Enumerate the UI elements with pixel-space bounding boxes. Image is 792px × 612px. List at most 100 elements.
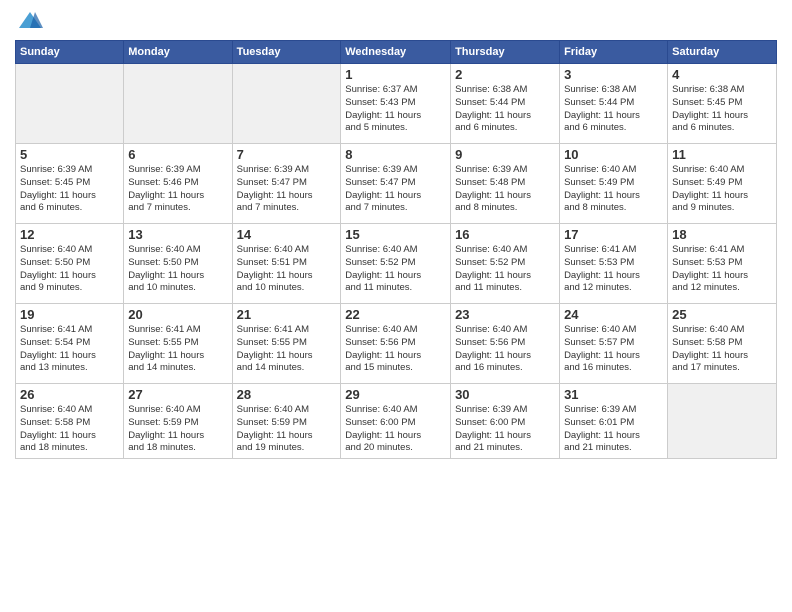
calendar-day-cell: 19Sunrise: 6:41 AMSunset: 5:54 PMDayligh… <box>16 304 124 384</box>
day-info: Sunrise: 6:40 AMSunset: 5:59 PMDaylight:… <box>128 404 227 455</box>
calendar-week-3: 12Sunrise: 6:40 AMSunset: 5:50 PMDayligh… <box>16 224 777 304</box>
calendar-day-cell <box>232 64 341 144</box>
calendar-day-cell <box>124 64 232 144</box>
day-number: 2 <box>455 67 555 82</box>
day-info: Sunrise: 6:37 AMSunset: 5:43 PMDaylight:… <box>345 84 446 135</box>
calendar-day-cell: 29Sunrise: 6:40 AMSunset: 6:00 PMDayligh… <box>341 384 451 459</box>
day-info: Sunrise: 6:40 AMSunset: 5:57 PMDaylight:… <box>564 324 663 375</box>
day-info: Sunrise: 6:40 AMSunset: 5:56 PMDaylight:… <box>455 324 555 375</box>
calendar-day-cell: 23 Sunrise: 6:40 AMSunset: 5:56 PMDayligh… <box>451 304 560 384</box>
day-number: 12 <box>20 227 119 242</box>
day-info: Sunrise: 6:39 AMSunset: 5:48 PMDaylight:… <box>455 164 555 215</box>
calendar-day-cell: 18 Sunrise: 6:41 AMSunset: 5:53 PMDayligh… <box>668 224 777 304</box>
weekday-header-sunday: Sunday <box>16 41 124 64</box>
day-info: Sunrise: 6:40 AMSunset: 5:51 PMDaylight:… <box>237 244 337 295</box>
calendar-day-cell: 8 Sunrise: 6:39 AMSunset: 5:47 PMDaylight… <box>341 144 451 224</box>
calendar-day-cell: 6 Sunrise: 6:39 AMSunset: 5:46 PMDaylight… <box>124 144 232 224</box>
calendar-day-cell: 31 Sunrise: 6:39 AMSunset: 6:01 PMDayligh… <box>560 384 668 459</box>
calendar-day-cell: 28Sunrise: 6:40 AMSunset: 5:59 PMDayligh… <box>232 384 341 459</box>
weekday-header-thursday: Thursday <box>451 41 560 64</box>
calendar-day-cell: 13Sunrise: 6:40 AMSunset: 5:50 PMDayligh… <box>124 224 232 304</box>
calendar-week-4: 19Sunrise: 6:41 AMSunset: 5:54 PMDayligh… <box>16 304 777 384</box>
weekday-header-row: SundayMondayTuesdayWednesdayThursdayFrid… <box>16 41 777 64</box>
logo <box>15 10 41 32</box>
calendar-day-cell: 11 Sunrise: 6:40 AMSunset: 5:49 PMDayligh… <box>668 144 777 224</box>
calendar-day-cell: 7 Sunrise: 6:39 AMSunset: 5:47 PMDaylight… <box>232 144 341 224</box>
day-info: Sunrise: 6:41 AMSunset: 5:55 PMDaylight:… <box>237 324 337 375</box>
day-number: 5 <box>20 147 119 162</box>
calendar-day-cell: 21 Sunrise: 6:41 AMSunset: 5:55 PMDayligh… <box>232 304 341 384</box>
day-info: Sunrise: 6:38 AMSunset: 5:44 PMDaylight:… <box>564 84 663 135</box>
day-number: 22 <box>345 307 446 322</box>
day-number: 9 <box>455 147 555 162</box>
day-number: 18 <box>672 227 772 242</box>
day-info: Sunrise: 6:41 AMSunset: 5:55 PMDaylight:… <box>128 324 227 375</box>
day-info: Sunrise: 6:39 AMSunset: 5:46 PMDaylight:… <box>128 164 227 215</box>
weekday-header-friday: Friday <box>560 41 668 64</box>
calendar-day-cell: 30 Sunrise: 6:39 AMSunset: 6:00 PMDayligh… <box>451 384 560 459</box>
calendar-day-cell: 3 Sunrise: 6:38 AMSunset: 5:44 PMDaylight… <box>560 64 668 144</box>
day-number: 24 <box>564 307 663 322</box>
weekday-header-tuesday: Tuesday <box>232 41 341 64</box>
day-info: Sunrise: 6:41 AMSunset: 5:54 PMDaylight:… <box>20 324 119 375</box>
day-number: 1 <box>345 67 446 82</box>
day-number: 31 <box>564 387 663 402</box>
calendar-week-1: 1 Sunrise: 6:37 AMSunset: 5:43 PMDaylight… <box>16 64 777 144</box>
day-info: Sunrise: 6:39 AMSunset: 5:45 PMDaylight:… <box>20 164 119 215</box>
day-number: 11 <box>672 147 772 162</box>
calendar-day-cell: 25Sunrise: 6:40 AMSunset: 5:58 PMDayligh… <box>668 304 777 384</box>
day-info: Sunrise: 6:40 AMSunset: 5:49 PMDaylight:… <box>672 164 772 215</box>
calendar-day-cell: 12Sunrise: 6:40 AMSunset: 5:50 PMDayligh… <box>16 224 124 304</box>
weekday-header-wednesday: Wednesday <box>341 41 451 64</box>
calendar-week-5: 26 Sunrise: 6:40 AMSunset: 5:58 PMDayligh… <box>16 384 777 459</box>
calendar-day-cell: 2 Sunrise: 6:38 AMSunset: 5:44 PMDaylight… <box>451 64 560 144</box>
day-number: 15 <box>345 227 446 242</box>
calendar-day-cell <box>16 64 124 144</box>
day-info: Sunrise: 6:40 AMSunset: 5:49 PMDaylight:… <box>564 164 663 215</box>
weekday-header-monday: Monday <box>124 41 232 64</box>
day-number: 14 <box>237 227 337 242</box>
day-info: Sunrise: 6:39 AMSunset: 5:47 PMDaylight:… <box>345 164 446 215</box>
calendar-day-cell: 4 Sunrise: 6:38 AMSunset: 5:45 PMDaylight… <box>668 64 777 144</box>
day-info: Sunrise: 6:38 AMSunset: 5:45 PMDaylight:… <box>672 84 772 135</box>
day-info: Sunrise: 6:40 AMSunset: 6:00 PMDaylight:… <box>345 404 446 455</box>
day-number: 6 <box>128 147 227 162</box>
calendar-day-cell: 20Sunrise: 6:41 AMSunset: 5:55 PMDayligh… <box>124 304 232 384</box>
logo-icon <box>17 10 43 32</box>
calendar-day-cell: 22 Sunrise: 6:40 AMSunset: 5:56 PMDayligh… <box>341 304 451 384</box>
calendar-day-cell <box>668 384 777 459</box>
day-number: 17 <box>564 227 663 242</box>
day-number: 7 <box>237 147 337 162</box>
calendar-table: SundayMondayTuesdayWednesdayThursdayFrid… <box>15 40 777 459</box>
calendar-day-cell: 1 Sunrise: 6:37 AMSunset: 5:43 PMDaylight… <box>341 64 451 144</box>
day-number: 3 <box>564 67 663 82</box>
page-header <box>15 10 777 32</box>
day-info: Sunrise: 6:40 AMSunset: 5:58 PMDaylight:… <box>672 324 772 375</box>
day-info: Sunrise: 6:39 AMSunset: 6:01 PMDaylight:… <box>564 404 663 455</box>
calendar-day-cell: 15 Sunrise: 6:40 AMSunset: 5:52 PMDayligh… <box>341 224 451 304</box>
day-info: Sunrise: 6:39 AMSunset: 6:00 PMDaylight:… <box>455 404 555 455</box>
day-info: Sunrise: 6:40 AMSunset: 5:56 PMDaylight:… <box>345 324 446 375</box>
calendar-day-cell: 17 Sunrise: 6:41 AMSunset: 5:53 PMDayligh… <box>560 224 668 304</box>
calendar-day-cell: 24 Sunrise: 6:40 AMSunset: 5:57 PMDayligh… <box>560 304 668 384</box>
day-info: Sunrise: 6:41 AMSunset: 5:53 PMDaylight:… <box>672 244 772 295</box>
calendar-day-cell: 5 Sunrise: 6:39 AMSunset: 5:45 PMDaylight… <box>16 144 124 224</box>
day-number: 21 <box>237 307 337 322</box>
day-info: Sunrise: 6:40 AMSunset: 5:52 PMDaylight:… <box>345 244 446 295</box>
day-info: Sunrise: 6:40 AMSunset: 5:58 PMDaylight:… <box>20 404 119 455</box>
day-number: 30 <box>455 387 555 402</box>
day-info: Sunrise: 6:40 AMSunset: 5:52 PMDaylight:… <box>455 244 555 295</box>
day-number: 8 <box>345 147 446 162</box>
calendar-day-cell: 27 Sunrise: 6:40 AMSunset: 5:59 PMDayligh… <box>124 384 232 459</box>
day-number: 28 <box>237 387 337 402</box>
calendar-day-cell: 14 Sunrise: 6:40 AMSunset: 5:51 PMDayligh… <box>232 224 341 304</box>
day-number: 27 <box>128 387 227 402</box>
calendar-day-cell: 10Sunrise: 6:40 AMSunset: 5:49 PMDayligh… <box>560 144 668 224</box>
day-info: Sunrise: 6:38 AMSunset: 5:44 PMDaylight:… <box>455 84 555 135</box>
calendar-day-cell: 9 Sunrise: 6:39 AMSunset: 5:48 PMDaylight… <box>451 144 560 224</box>
day-number: 4 <box>672 67 772 82</box>
day-number: 26 <box>20 387 119 402</box>
day-info: Sunrise: 6:39 AMSunset: 5:47 PMDaylight:… <box>237 164 337 215</box>
day-number: 23 <box>455 307 555 322</box>
day-info: Sunrise: 6:41 AMSunset: 5:53 PMDaylight:… <box>564 244 663 295</box>
